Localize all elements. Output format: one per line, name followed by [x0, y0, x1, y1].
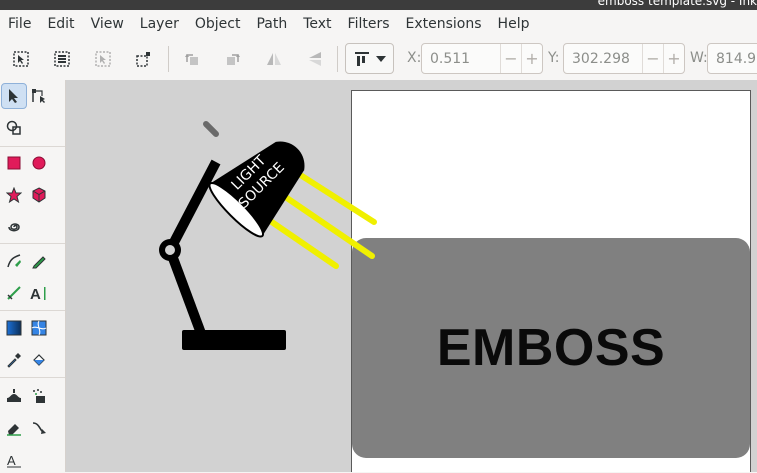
flip-horizontal-icon[interactable] — [262, 47, 286, 71]
menu-file[interactable]: File — [0, 10, 39, 38]
y-label: Y: — [548, 50, 560, 66]
toolbox-separator — [0, 243, 65, 244]
y-coordinate-field[interactable]: 302.298 − + — [563, 43, 685, 74]
spiral-tool-icon[interactable] — [1, 214, 27, 240]
measure-tool-icon[interactable]: A — [1, 447, 27, 473]
menu-text[interactable]: Text — [295, 10, 339, 38]
light-beam — [281, 193, 375, 259]
align-dropdown-icon — [354, 51, 369, 66]
y-decrement-button[interactable]: − — [642, 44, 663, 73]
toolbox-separator — [0, 377, 65, 378]
toolbox-separator — [0, 146, 65, 147]
x-label: X: — [407, 50, 422, 66]
toolbox-separator — [0, 310, 65, 311]
node-tool-icon[interactable] — [26, 83, 52, 109]
menu-object[interactable]: Object — [187, 10, 249, 38]
desk-lamp-illustration[interactable]: LIGHT SOURCE — [66, 80, 757, 472]
select-all-icon[interactable] — [9, 47, 33, 71]
paint-bucket-icon[interactable] — [26, 347, 52, 373]
menu-path[interactable]: Path — [248, 10, 295, 38]
menu-extensions[interactable]: Extensions — [398, 10, 490, 38]
dropper-tool-icon[interactable] — [1, 347, 27, 373]
menu-bar: File Edit View Layer Object Path Text Fi… — [0, 10, 757, 38]
pen-tool-icon[interactable] — [1, 248, 27, 274]
x-value[interactable]: 0.511 — [422, 51, 500, 67]
menu-view[interactable]: View — [83, 10, 132, 38]
y-value[interactable]: 302.298 — [564, 51, 642, 67]
eraser-tool-icon[interactable] — [1, 415, 27, 441]
menu-layer[interactable]: Layer — [132, 10, 187, 38]
touch-select-icon[interactable] — [132, 47, 156, 71]
x-decrement-button[interactable]: − — [500, 44, 521, 73]
window-title: emboss template.svg - Ink — [597, 0, 757, 8]
ellipse-tool-icon[interactable] — [26, 150, 52, 176]
rectangle-tool-icon[interactable] — [1, 150, 27, 176]
star-tool-icon[interactable] — [1, 182, 27, 208]
deselect-icon[interactable] — [91, 47, 115, 71]
w-value[interactable]: 814.97 — [708, 51, 757, 67]
tweak-tool-icon[interactable] — [1, 383, 27, 409]
w-label: W: — [690, 50, 708, 66]
text-tool-icon[interactable]: A — [26, 280, 52, 306]
lamp-upper-arm — [165, 159, 221, 253]
pencil-tool-icon[interactable] — [26, 248, 52, 274]
gradient-tool-icon[interactable] — [1, 315, 27, 341]
rotate-cw-icon[interactable] — [221, 47, 245, 71]
connector-tool-icon[interactable] — [26, 415, 52, 441]
calligraphy-tool-icon[interactable] — [1, 280, 27, 306]
toolbar-separator — [168, 46, 169, 72]
chevron-down-icon — [375, 55, 386, 62]
mesh-tool-icon[interactable] — [26, 315, 52, 341]
svg-text:A: A — [7, 453, 16, 468]
menu-filters[interactable]: Filters — [340, 10, 398, 38]
menu-edit[interactable]: Edit — [39, 10, 82, 38]
x-increment-button[interactable]: + — [521, 44, 542, 73]
box3d-tool-icon[interactable] — [26, 182, 52, 208]
lamp-shade: LIGHT SOURCE — [208, 141, 305, 238]
lamp-knob — [203, 121, 219, 137]
menu-help[interactable]: Help — [490, 10, 538, 38]
spray-tool-icon[interactable] — [26, 383, 52, 409]
drawing-canvas[interactable]: EMBOSS LIGHT SOURCE — [66, 80, 757, 472]
toolbar-separator — [337, 46, 338, 72]
align-dropdown-button[interactable] — [345, 43, 394, 74]
width-field[interactable]: 814.97 — [707, 43, 757, 74]
rotate-ccw-icon[interactable] — [180, 47, 204, 71]
tool-controls-bar: X: 0.511 − + Y: 302.298 − + W: 814.97 — [0, 38, 757, 81]
x-coordinate-field[interactable]: 0.511 − + — [421, 43, 543, 74]
y-increment-button[interactable]: + — [663, 44, 684, 73]
window-titlebar: emboss template.svg - Ink — [0, 0, 757, 10]
selector-tool-icon[interactable] — [1, 83, 27, 109]
flip-vertical-icon[interactable] — [303, 47, 327, 71]
lamp-lower-arm — [165, 248, 207, 338]
svg-text:A: A — [30, 286, 41, 301]
shape-builder-icon[interactable] — [1, 115, 27, 141]
toolbox: A A — [0, 80, 66, 472]
lamp-joint-hole — [165, 245, 175, 255]
select-all-layers-icon[interactable] — [50, 47, 74, 71]
